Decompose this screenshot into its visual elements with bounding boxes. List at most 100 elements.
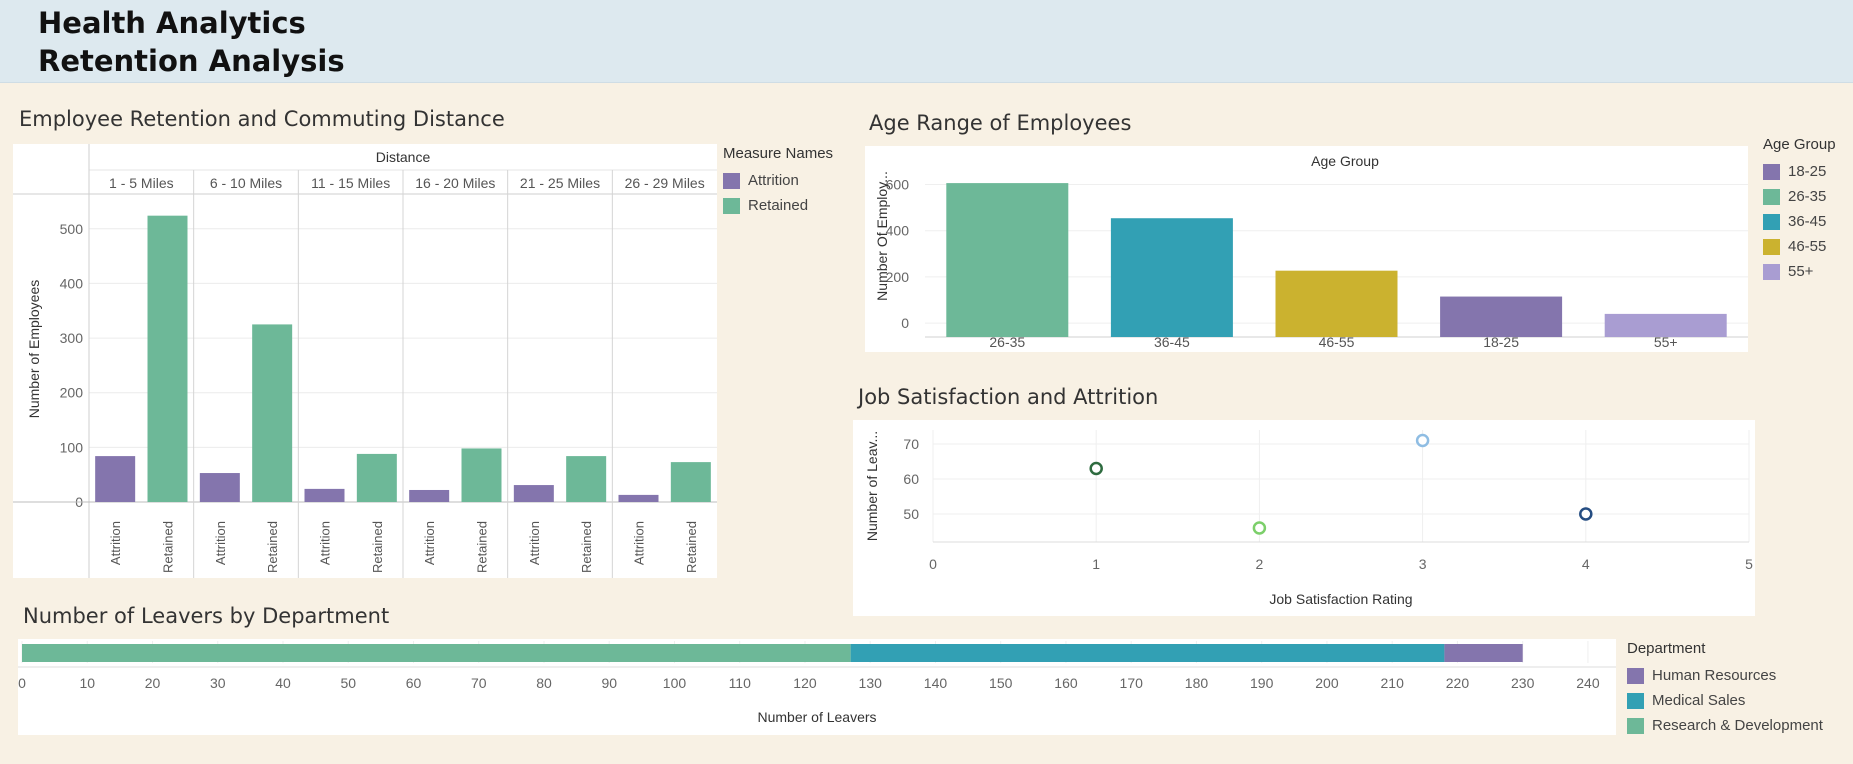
age-group-header-label: Age Group — [1311, 153, 1379, 169]
bar-retained-6-10-miles — [252, 324, 293, 502]
measure-tick-label: Attrition — [213, 521, 228, 565]
y-tick-label: 400 — [60, 275, 84, 291]
legend-item-26-35[interactable]: 26-35 — [1763, 184, 1836, 209]
distance-column-label: 11 - 15 Miles — [311, 175, 390, 191]
x-tick-label: 0 — [18, 675, 26, 691]
legend-item-36-45[interactable]: 36-45 — [1763, 209, 1836, 234]
legend-item-medical-sales[interactable]: Medical Sales — [1627, 688, 1823, 713]
measure-tick-label: Retained — [161, 521, 176, 573]
distance-column-label: 26 - 29 Miles — [625, 175, 705, 191]
legend-item-retained[interactable]: Retained — [723, 193, 833, 218]
leavers-chart-panel[interactable]: 0 10 20 30 40 50 60 70 80 90 100 110 120 130 140 150 160… — [18, 639, 1616, 735]
x-tick-label: 3 — [1419, 556, 1427, 572]
bar-age-36-45 — [1110, 218, 1233, 337]
x-tick-label: 210 — [1381, 675, 1405, 691]
leavers-legend[interactable]: Department Human Resources Medical Sales… — [1627, 640, 1823, 738]
y-axis-label: Number of Employees — [26, 280, 42, 419]
distance-column-label: 6 - 10 Miles — [210, 175, 282, 191]
scatter-point-rating-1 — [1089, 461, 1103, 476]
distance-column-label: 21 - 25 Miles — [520, 175, 600, 191]
bar-age-26-35 — [946, 183, 1069, 337]
legend-swatch-retained — [723, 197, 740, 214]
x-tick-label: 4 — [1582, 556, 1590, 572]
age-chart[interactable]: 0200400600Age GroupNumber Of Employ...26… — [865, 146, 1748, 352]
y-tick-label: 500 — [60, 221, 84, 237]
commute-chart-panel[interactable]: 0 100 200 300 400 500 Distance Number of Employ… — [13, 144, 717, 578]
y-tick-label: 60 — [903, 471, 919, 487]
x-tick-label: 55+ — [1654, 334, 1678, 350]
legend-label-attrition: Attrition — [748, 172, 799, 189]
x-tick-label: 120 — [793, 675, 817, 691]
x-tick-label: 10 — [79, 675, 95, 691]
age-legend-title: Age Group — [1763, 136, 1836, 153]
measure-tick-label: Attrition — [632, 521, 647, 565]
scatter-point-rating-3 — [1415, 433, 1430, 448]
satisfaction-chart[interactable]: 50 60 70 0 1 2 3 4 5 Job Satisfaction Rating Numbe… — [853, 420, 1755, 616]
legend-label-55-plus: 55+ — [1788, 263, 1814, 280]
commute-chart[interactable]: 0100200300400500DistanceNumber of Employ… — [13, 144, 717, 578]
measure-tick-label: Attrition — [318, 521, 333, 565]
x-tick-label: 130 — [859, 675, 883, 691]
x-tick-label: 160 — [1054, 675, 1078, 691]
x-tick-label: 46-55 — [1319, 334, 1355, 350]
x-tick-label: 170 — [1120, 675, 1144, 691]
legend-label-research-development: Research & Development — [1652, 717, 1823, 734]
legend-item-55-plus[interactable]: 55+ — [1763, 259, 1836, 284]
x-axis-label: Number of Leavers — [757, 709, 876, 725]
legend-item-18-25[interactable]: 18-25 — [1763, 159, 1836, 184]
x-tick-label: 30 — [210, 675, 226, 691]
bar-segment-human-resources — [1444, 644, 1523, 662]
dashboard-title-line1: Health Analytics — [38, 6, 306, 40]
x-tick-label: 140 — [924, 675, 948, 691]
y-tick-label: 100 — [60, 439, 84, 455]
legend-label-18-25: 18-25 — [1788, 163, 1827, 180]
x-tick-label: 40 — [275, 675, 291, 691]
y-tick-label: 300 — [60, 330, 84, 346]
legend-item-research-development[interactable]: Research & Development — [1627, 713, 1823, 738]
measure-tick-label: Retained — [370, 521, 385, 573]
leavers-legend-title: Department — [1627, 640, 1706, 657]
bar-retained-21-25-miles — [566, 456, 607, 502]
distance-column-label: 1 - 5 Miles — [109, 175, 174, 191]
legend-item-46-55[interactable]: 46-55 — [1763, 234, 1836, 259]
commute-legend[interactable]: Measure Names Attrition Retained — [723, 145, 833, 218]
x-tick-label: 190 — [1250, 675, 1274, 691]
bar-retained-16-20-miles — [461, 448, 502, 502]
bar-attrition-16-20-miles — [409, 489, 450, 502]
age-legend[interactable]: Age Group 18-25 26-35 36-45 46-55 55+ — [1763, 136, 1836, 284]
dashboard-title-line2: Retention Analysis — [38, 44, 345, 78]
bar-attrition-21-25-miles — [513, 485, 554, 502]
y-axis-label: Number of Leav... — [864, 431, 880, 541]
x-tick-label: 100 — [663, 675, 687, 691]
x-tick-label: 110 — [729, 675, 752, 691]
x-tick-label: 50 — [340, 675, 356, 691]
x-tick-label: 2 — [1256, 556, 1264, 572]
commute-chart-title: Employee Retention and Commuting Distanc… — [19, 107, 505, 131]
bar-retained-11-15-miles — [356, 453, 397, 502]
x-tick-label: 220 — [1446, 675, 1470, 691]
legend-swatch-research-development — [1627, 717, 1644, 734]
measure-tick-label: Attrition — [108, 521, 123, 565]
legend-swatch-36-45 — [1763, 213, 1780, 230]
x-tick-label: 18-25 — [1483, 334, 1519, 350]
measure-tick-label: Retained — [265, 521, 280, 573]
legend-item-human-resources[interactable]: Human Resources — [1627, 663, 1823, 688]
x-tick-label: 90 — [601, 675, 617, 691]
x-tick-label: 26-35 — [989, 334, 1025, 350]
satisfaction-chart-panel[interactable]: 50 60 70 0 1 2 3 4 5 Job Satisfaction Rating Numbe… — [853, 420, 1755, 616]
age-chart-panel[interactable]: 0 200 400 600 Age Group Number Of Employ... 26… — [865, 146, 1748, 352]
bar-attrition-6-10-miles — [199, 473, 240, 502]
distance-column-label: 16 - 20 Miles — [415, 175, 495, 191]
legend-label-46-55: 46-55 — [1788, 238, 1827, 255]
legend-swatch-18-25 — [1763, 163, 1780, 180]
leavers-chart[interactable]: 0 10 20 30 40 50 60 70 80 90 100 110 120 130 140 150 160… — [18, 639, 1616, 735]
y-tick-label: 70 — [903, 436, 919, 452]
bar-segment-medical-sales — [850, 644, 1445, 662]
legend-item-attrition[interactable]: Attrition — [723, 168, 833, 193]
legend-label-human-resources: Human Resources — [1652, 667, 1777, 684]
x-tick-label: 70 — [471, 675, 487, 691]
x-tick-label: 200 — [1315, 675, 1339, 691]
x-tick-label: 36-45 — [1154, 334, 1190, 350]
legend-swatch-medical-sales — [1627, 692, 1644, 709]
commute-legend-title: Measure Names — [723, 145, 834, 162]
